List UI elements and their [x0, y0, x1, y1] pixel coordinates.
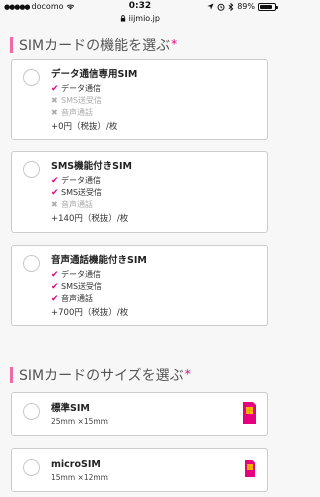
option-details: SMS機能付きSIM ✔ データ通信 ✔ SMS送受信 ✖ 音声通話 +140円（税抜… — [51, 160, 132, 226]
function-section-title: SIMカードの機能を選ぶ * — [10, 37, 178, 54]
radio-button[interactable] — [23, 161, 40, 178]
feature-label: SMS送受信 — [61, 282, 103, 291]
feature-voice: ✔ 音声通話 — [51, 293, 147, 305]
sim-size-option-standard[interactable]: 標準SIM 25mm ×15mm — [11, 392, 268, 436]
sim-size-option-micro[interactable]: microSIM 15mm ×12mm — [11, 448, 268, 492]
feature-sms: ✖ SMS送受信 — [51, 95, 137, 107]
radio-button[interactable] — [23, 69, 40, 86]
battery-percent: 89% — [237, 2, 255, 11]
sim-type-option-sms[interactable]: SMS機能付きSIM ✔ データ通信 ✔ SMS送受信 ✖ 音声通話 +140円（税抜… — [11, 151, 268, 233]
bluetooth-icon — [228, 2, 234, 11]
option-price: +0円（税抜）/枚 — [51, 122, 118, 132]
option-title: データ通信専用SIM — [51, 69, 138, 80]
cross-icon: ✖ — [51, 200, 58, 209]
required-mark: * — [184, 367, 191, 381]
option-dimensions: 25mm ×15mm — [51, 417, 108, 426]
section-title-text: SIMカードのサイズを選ぶ — [19, 368, 184, 384]
check-icon: ✔ — [51, 294, 59, 304]
check-icon: ✔ — [51, 282, 59, 292]
required-mark: * — [171, 37, 178, 51]
status-bar: ●●●●● docomo 0:32 89% — [0, 0, 280, 14]
check-icon: ✔ — [51, 84, 59, 94]
status-icons: 89% — [207, 2, 278, 11]
feature-sms: ✔ SMS送受信 — [51, 281, 147, 293]
option-title: 標準SIM — [51, 403, 90, 414]
section-marker — [10, 37, 13, 53]
feature-sms: ✔ SMS送受信 — [51, 187, 132, 199]
feature-label: 音声通話 — [61, 200, 93, 209]
battery-icon — [258, 2, 278, 11]
feature-label: データ通信 — [61, 176, 101, 185]
radio-button[interactable] — [23, 459, 40, 476]
option-dimensions: 15mm ×12mm — [51, 473, 108, 482]
cross-icon: ✖ — [51, 96, 58, 105]
radio-button[interactable] — [23, 403, 40, 420]
option-details: データ通信専用SIM ✔ データ通信 ✖ SMS送受信 ✖ 音声通話 +0円（税抜）/… — [51, 68, 137, 134]
check-icon: ✔ — [51, 176, 59, 186]
feature-data: ✔ データ通信 — [51, 83, 137, 95]
size-section-title: SIMカードのサイズを選ぶ * — [10, 367, 191, 384]
alarm-clock-icon — [217, 3, 225, 11]
standard-sim-card-icon — [243, 402, 256, 424]
feature-voice: ✖ 音声通話 — [51, 199, 132, 211]
micro-sim-card-icon — [245, 460, 255, 477]
option-title: SMS機能付きSIM — [51, 161, 132, 172]
feature-label: データ通信 — [61, 84, 101, 93]
option-price: +700円（税抜）/枚 — [51, 308, 129, 318]
feature-label: 音声通話 — [61, 294, 93, 303]
section-title-text: SIMカードの機能を選ぶ — [19, 38, 171, 54]
feature-label: SMS送受信 — [61, 188, 103, 197]
option-title: 音声通話機能付きSIM — [51, 255, 147, 266]
location-arrow-icon — [207, 3, 214, 10]
section-marker — [10, 367, 13, 383]
sim-type-option-voice[interactable]: 音声通話機能付きSIM ✔ データ通信 ✔ SMS送受信 ✔ 音声通話 +700円（税… — [11, 245, 268, 326]
check-icon: ✔ — [51, 270, 59, 280]
sim-type-option-data-only[interactable]: データ通信専用SIM ✔ データ通信 ✖ SMS送受信 ✖ 音声通話 +0円（税抜）/… — [11, 59, 268, 140]
option-details: 標準SIM 25mm ×15mm — [51, 402, 108, 429]
feature-label: SMS送受信 — [61, 96, 103, 105]
feature-voice: ✖ 音声通話 — [51, 107, 137, 119]
feature-data: ✔ データ通信 — [51, 269, 147, 281]
feature-data: ✔ データ通信 — [51, 175, 132, 187]
url-domain: iijmio.jp — [128, 14, 160, 23]
option-details: microSIM 15mm ×12mm — [51, 458, 108, 485]
option-details: 音声通話機能付きSIM ✔ データ通信 ✔ SMS送受信 ✔ 音声通話 +700円（税… — [51, 254, 147, 320]
check-icon: ✔ — [51, 188, 59, 198]
url-bar[interactable]: iijmio.jp — [0, 14, 280, 26]
cross-icon: ✖ — [51, 108, 58, 117]
feature-label: データ通信 — [61, 270, 101, 279]
lock-icon — [120, 15, 126, 22]
feature-label: 音声通話 — [61, 108, 93, 117]
option-price: +140円（税抜）/枚 — [51, 214, 129, 224]
radio-button[interactable] — [23, 255, 40, 272]
option-title: microSIM — [51, 459, 101, 470]
